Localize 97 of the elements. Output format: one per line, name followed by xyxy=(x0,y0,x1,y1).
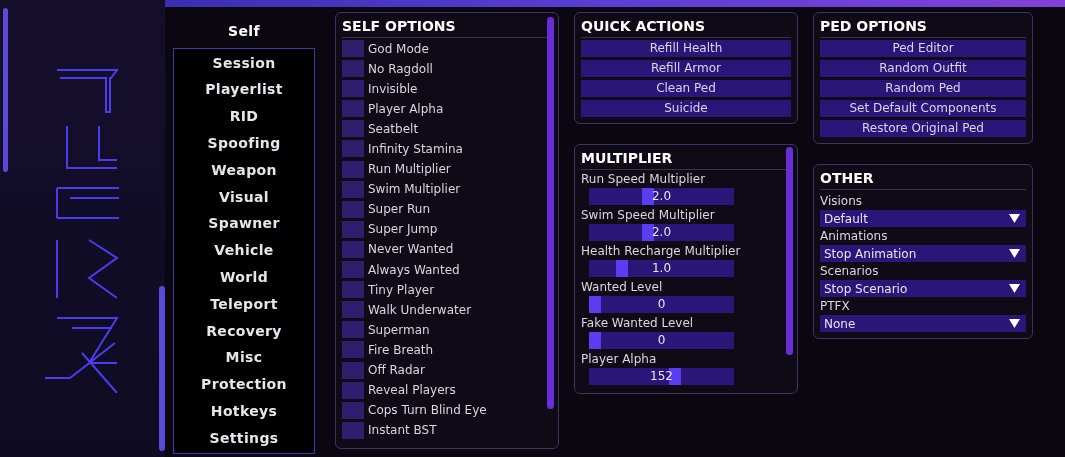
slider-value: 0 xyxy=(657,296,666,313)
option-label: Never Wanted xyxy=(368,241,454,259)
checkbox[interactable] xyxy=(342,160,364,178)
slider-track[interactable]: 0 xyxy=(589,332,734,349)
dropdown[interactable]: Stop Scenario xyxy=(820,280,1026,297)
nav-item[interactable]: Hotkeys xyxy=(174,398,314,425)
nav-item[interactable]: Visual xyxy=(174,183,314,211)
caret-icon xyxy=(1009,214,1020,223)
slider-value: 0 xyxy=(657,332,666,349)
panel-title: OTHER xyxy=(820,169,1026,190)
panel-title: QUICK ACTIONS xyxy=(581,17,791,38)
option-label: Super Jump xyxy=(368,221,438,239)
option-label: Instant BST xyxy=(368,422,437,440)
option-label: No Ragdoll xyxy=(368,60,433,78)
slider-track[interactable]: 1.0 xyxy=(589,260,734,277)
action-button[interactable]: Set Default Components xyxy=(820,100,1026,117)
nav-item[interactable]: RID xyxy=(174,103,314,131)
slider-label: Swim Speed Multiplier xyxy=(581,207,716,224)
nav-item[interactable]: Spoofing xyxy=(174,130,314,157)
slider-thumb[interactable] xyxy=(589,296,601,313)
dropdown-label: Visions xyxy=(820,193,864,210)
action-button[interactable]: Random Ped xyxy=(820,80,1026,97)
option-label: Player Alpha xyxy=(368,100,444,118)
slider-label: Fake Wanted Level xyxy=(581,315,695,332)
option-label: Invisible xyxy=(368,80,418,98)
checkbox[interactable] xyxy=(342,240,364,258)
checkbox[interactable] xyxy=(342,60,364,78)
checkbox[interactable] xyxy=(342,401,364,419)
slider-track[interactable]: 0 xyxy=(589,296,734,313)
option-label: God Mode xyxy=(368,40,429,58)
checkbox[interactable] xyxy=(342,361,364,379)
slider-thumb[interactable] xyxy=(589,332,601,349)
dropdown[interactable]: None xyxy=(820,315,1026,332)
option-label: Walk Underwater xyxy=(368,301,472,319)
dropdown[interactable]: Default xyxy=(820,210,1026,227)
action-button[interactable]: Refill Armor xyxy=(581,60,791,77)
nav-item[interactable]: Teleport xyxy=(174,290,314,318)
checkbox[interactable] xyxy=(342,321,364,339)
dropdown-label: Scenarios xyxy=(820,263,880,280)
slider-label: Player Alpha xyxy=(581,351,658,368)
nav-item[interactable]: Protection xyxy=(174,371,314,399)
slider-value: 1.0 xyxy=(651,260,672,277)
nav-item[interactable]: Playerlist xyxy=(174,76,314,104)
option-label: Super Run xyxy=(368,201,430,219)
option-label: Tiny Player xyxy=(368,281,435,299)
nav-item[interactable]: Vehicle xyxy=(174,237,314,265)
option-label: Superman xyxy=(368,321,430,339)
checkbox[interactable] xyxy=(342,261,364,279)
checkbox[interactable] xyxy=(342,120,364,138)
slider-label: Wanted Level xyxy=(581,279,664,296)
dropdown-label: Animations xyxy=(820,228,889,245)
checkbox[interactable] xyxy=(342,100,364,118)
dropdown[interactable]: Stop Animation xyxy=(820,245,1026,262)
caret-icon xyxy=(1009,284,1020,293)
action-button[interactable]: Restore Original Ped xyxy=(820,120,1026,137)
slider-label: Health Recharge Multiplier xyxy=(581,243,742,260)
action-button[interactable]: Suicide xyxy=(581,100,791,117)
option-label: Infinity Stamina xyxy=(368,140,463,158)
slider-label: Run Speed Multiplier xyxy=(581,171,707,188)
checkbox[interactable] xyxy=(342,40,364,57)
option-label: Seatbelt xyxy=(368,120,419,138)
checkbox[interactable] xyxy=(342,140,364,158)
slider-thumb[interactable] xyxy=(642,224,655,241)
checkbox[interactable] xyxy=(342,381,364,399)
panel-title: PED OPTIONS xyxy=(820,17,1026,38)
action-button[interactable]: Ped Editor xyxy=(820,40,1026,57)
dropdown-label: PTFX xyxy=(820,298,851,315)
option-label: Swim Multiplier xyxy=(368,181,461,199)
nav-item[interactable]: World xyxy=(174,264,314,291)
checkbox[interactable] xyxy=(342,180,364,198)
slider-thumb[interactable] xyxy=(642,188,655,205)
nav-item[interactable]: Weapon xyxy=(174,157,314,184)
nav-item[interactable]: Session xyxy=(174,49,314,77)
option-label: Off Radar xyxy=(368,362,425,379)
checkbox[interactable] xyxy=(342,80,364,98)
option-label: Run Multiplier xyxy=(368,161,451,179)
checkbox[interactable] xyxy=(342,220,364,238)
option-label: Cops Turn Blind Eye xyxy=(368,402,487,420)
option-label: Reveal Players xyxy=(368,382,456,400)
nav-item[interactable]: Self xyxy=(168,18,320,45)
checkbox[interactable] xyxy=(342,301,364,319)
checkbox[interactable] xyxy=(342,200,364,218)
caret-icon xyxy=(1009,249,1020,258)
nav-item[interactable]: Spawner xyxy=(174,210,314,238)
checkbox[interactable] xyxy=(342,341,364,359)
caret-icon xyxy=(1009,319,1020,328)
option-label: Fire Breath xyxy=(368,341,434,359)
action-button[interactable]: Clean Ped xyxy=(581,80,791,97)
checkbox[interactable] xyxy=(342,281,364,299)
action-button[interactable]: Random Outfit xyxy=(820,60,1026,77)
checkbox[interactable] xyxy=(342,421,364,439)
nav-item[interactable]: Misc xyxy=(174,344,314,372)
action-button[interactable]: Refill Health xyxy=(581,40,791,57)
option-label: Always Wanted xyxy=(368,261,460,279)
slider-thumb[interactable] xyxy=(615,260,628,277)
nav-item[interactable]: Recovery xyxy=(174,317,314,345)
nav-item[interactable]: Settings xyxy=(174,424,314,452)
